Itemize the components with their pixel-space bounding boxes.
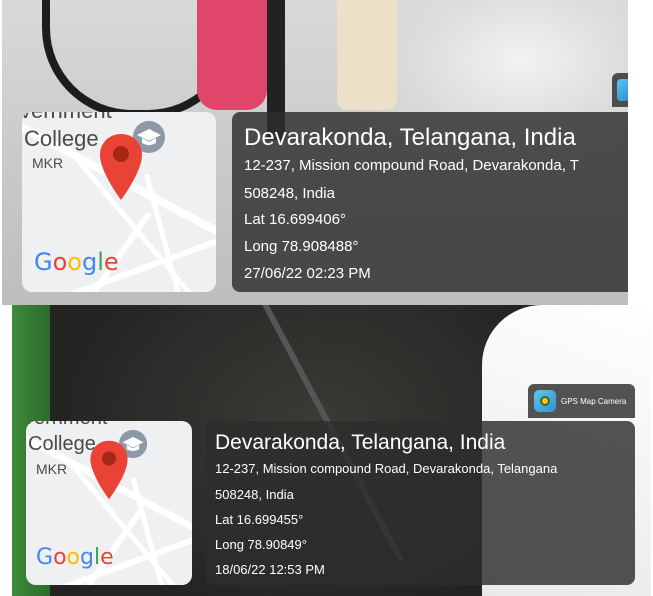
location-title: Devarakonda, Telangana, India bbox=[244, 124, 576, 151]
datetime: 18/06/22 12:53 PM bbox=[215, 562, 325, 577]
gps-map-camera-icon bbox=[617, 79, 628, 101]
map-label-mkr: MKR bbox=[36, 461, 68, 477]
address-line-1: 12-237, Mission compound Road, Devarakon… bbox=[244, 157, 579, 174]
person-legs bbox=[197, 0, 267, 110]
location-title: Devarakonda, Telangana, India bbox=[215, 431, 506, 454]
address-line-2: 508248, India bbox=[215, 487, 294, 502]
address-line-1: 12-237, Mission compound Road, Devarakon… bbox=[215, 461, 558, 476]
map-label-partial: vernment bbox=[22, 112, 112, 124]
map-label-partial: vernment bbox=[26, 421, 107, 430]
map-thumbnail-top: vernment College MKR Google bbox=[22, 112, 216, 292]
map-thumbnail-bottom: vernment College MKR Google bbox=[26, 421, 192, 585]
latitude: Lat 16.699455° bbox=[215, 512, 304, 527]
location-info-panel-top: Devarakonda, Telangana, India 12-237, Mi… bbox=[232, 112, 628, 292]
map-label-college: College bbox=[28, 433, 96, 455]
map-label-college: College bbox=[24, 126, 99, 151]
chair-leg bbox=[337, 0, 397, 110]
google-logo: Google bbox=[36, 545, 114, 570]
gps-map-camera-badge: GPS Map Camera bbox=[528, 384, 635, 418]
address-line-2: 508248, India bbox=[244, 185, 335, 202]
longitude: Long 78.90849° bbox=[215, 537, 307, 552]
gps-map-camera-label: GPS Map Camera bbox=[561, 396, 627, 406]
longitude: Long 78.908488° bbox=[244, 238, 359, 255]
map-label-mkr: MKR bbox=[32, 155, 64, 171]
location-info-panel-bottom: Devarakonda, Telangana, India 12-237, Mi… bbox=[206, 421, 635, 585]
gps-badge-top bbox=[612, 73, 628, 107]
google-logo: Google bbox=[34, 248, 119, 276]
latitude: Lat 16.699406° bbox=[244, 211, 346, 228]
gps-map-camera-icon bbox=[534, 390, 556, 412]
map-pin-icon bbox=[100, 134, 142, 200]
map-pin-icon bbox=[90, 440, 128, 500]
datetime: 27/06/22 02:23 PM bbox=[244, 265, 371, 282]
